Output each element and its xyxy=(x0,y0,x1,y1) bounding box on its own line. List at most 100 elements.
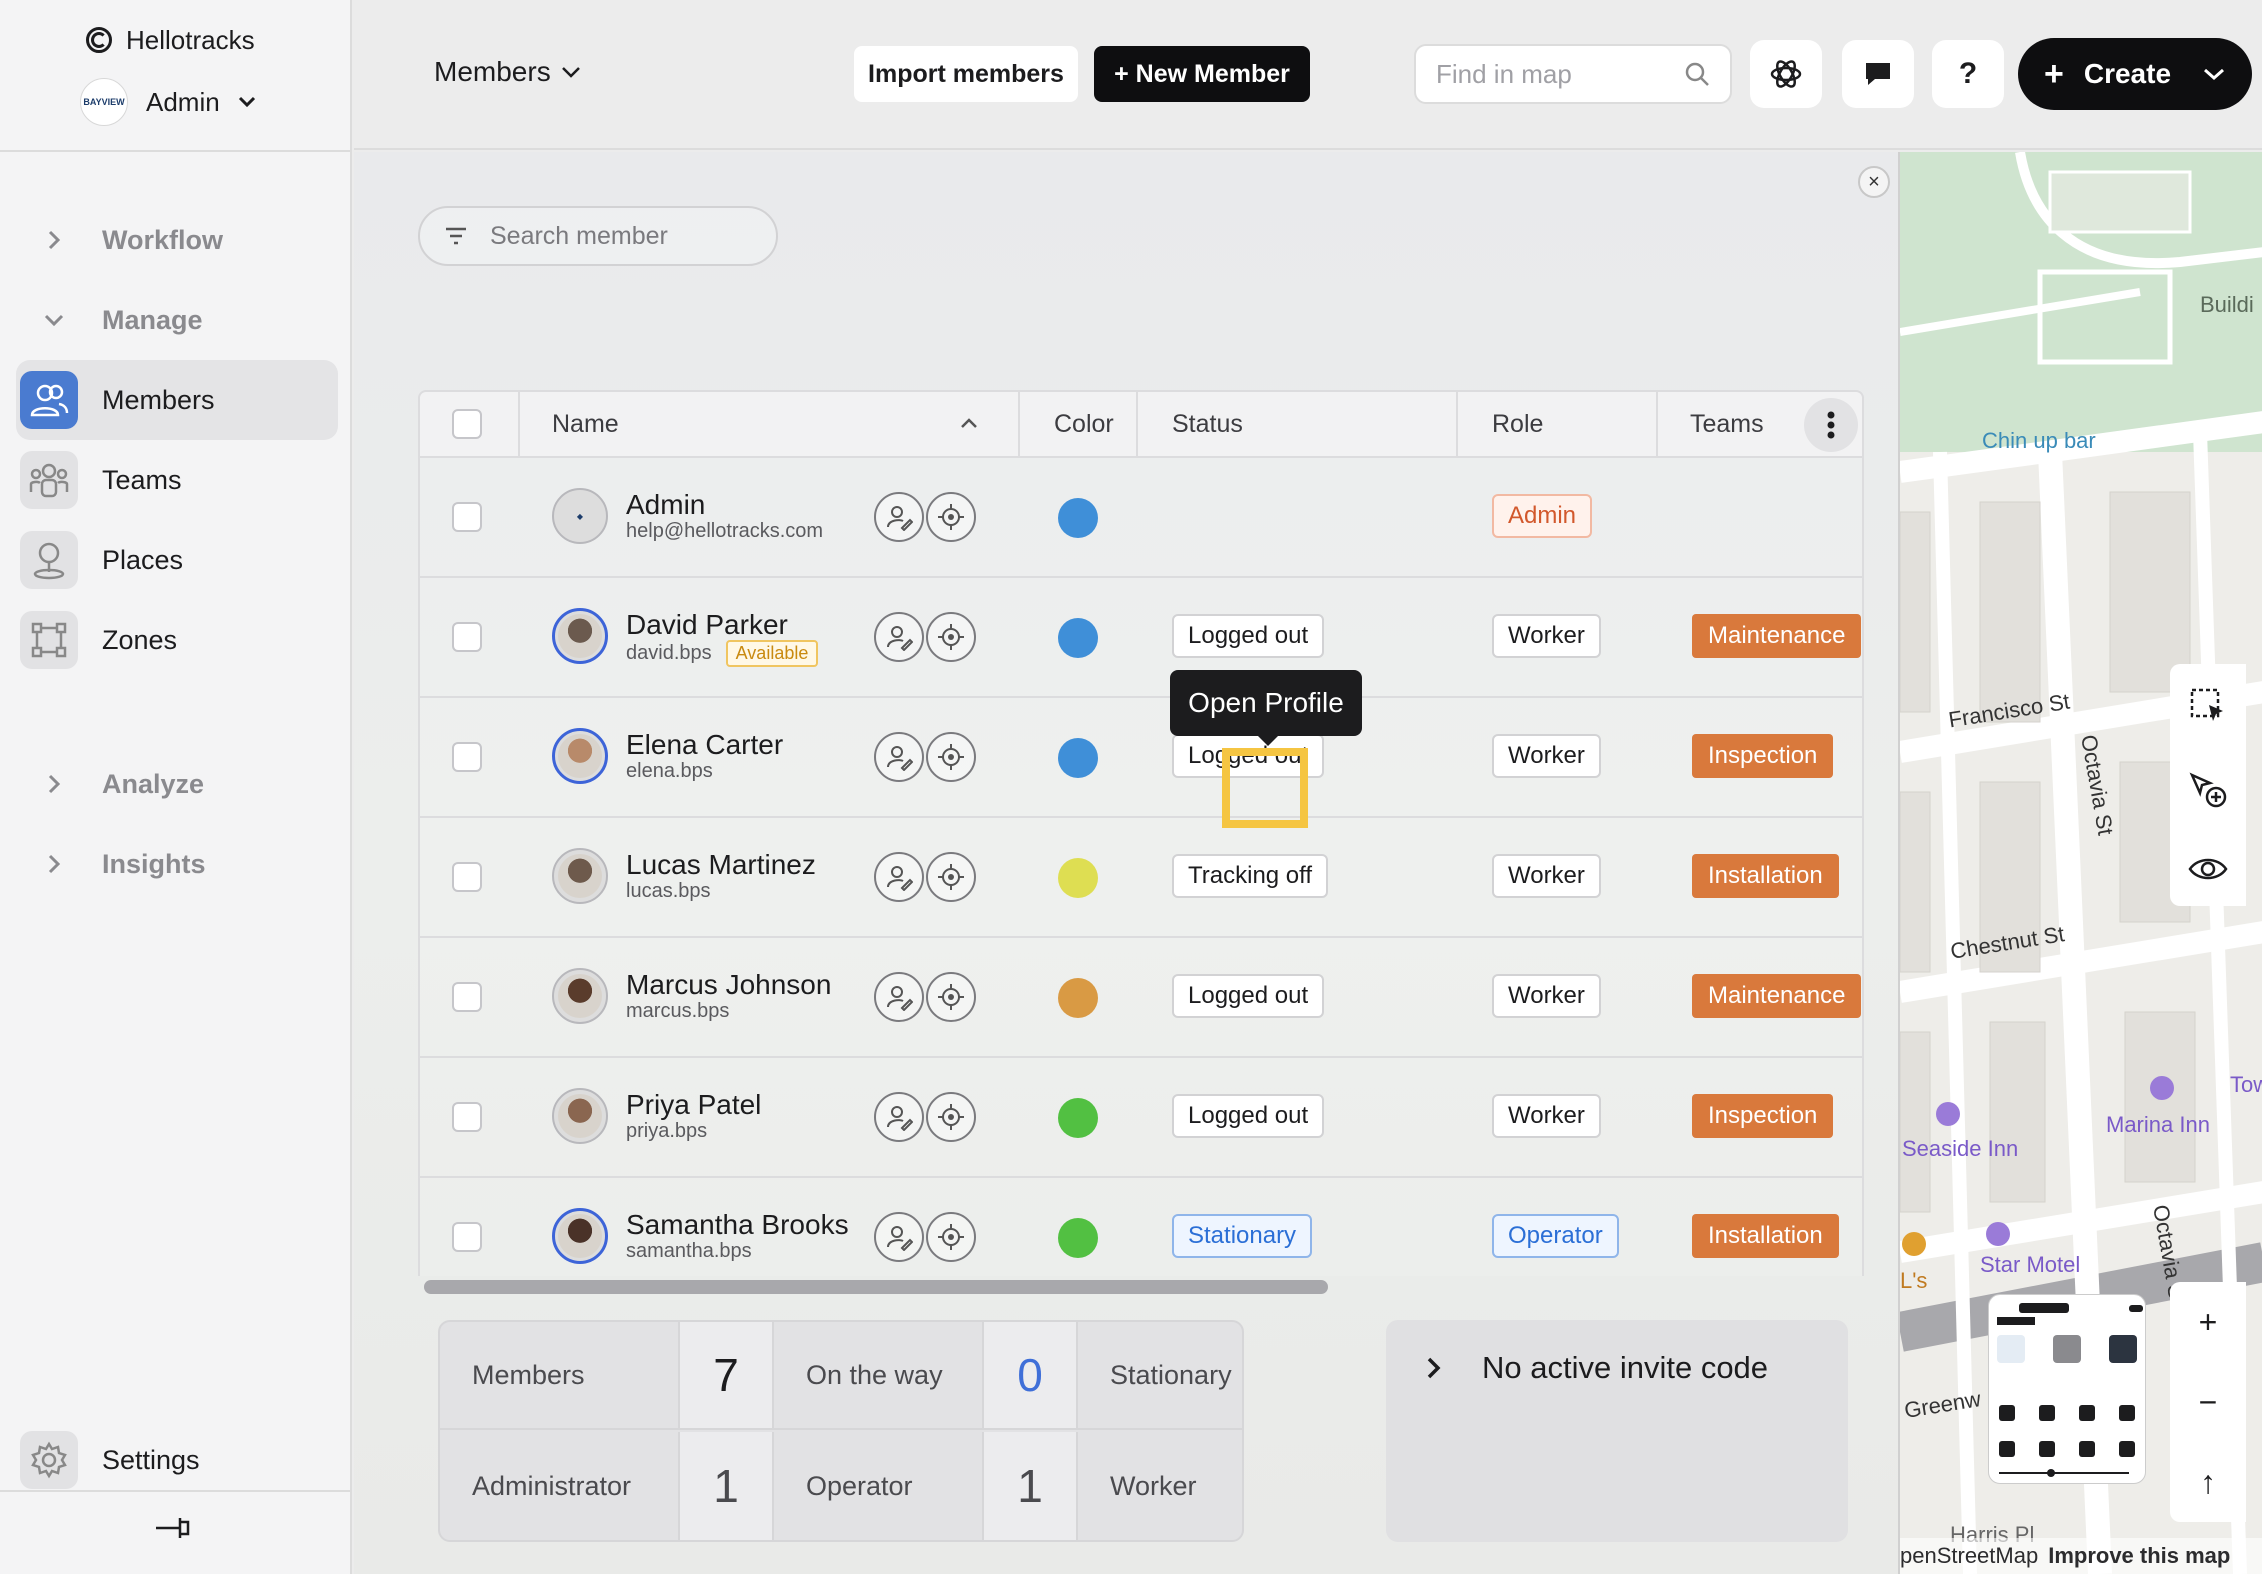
column-header-teams[interactable]: Teams xyxy=(1690,392,1764,456)
table-row[interactable]: Samantha Brooks samantha.bps Stationary Ope… xyxy=(420,1178,1864,1276)
table-row[interactable]: Lucas Martinez lucas.bps Tracking off Worke… xyxy=(420,818,1864,938)
locate-member-button[interactable] xyxy=(926,492,976,542)
avatar[interactable]: ◆ xyxy=(552,488,608,544)
create-button[interactable]: + Create xyxy=(2018,38,2252,110)
sort-ascending-icon[interactable] xyxy=(960,416,978,430)
member-name-cell[interactable]: Samantha Brooks samantha.bps xyxy=(626,1210,849,1263)
member-name-cell[interactable]: Admin help@hellotracks.com xyxy=(626,490,823,543)
team-badge[interactable]: Maintenance xyxy=(1692,614,1862,658)
member-color-dot[interactable] xyxy=(1058,618,1098,658)
member-name-cell[interactable]: Marcus Johnson marcus.bps xyxy=(626,970,831,1023)
team-badge[interactable]: Inspection xyxy=(1692,1094,1834,1138)
close-panel-button[interactable]: × xyxy=(1858,166,1890,198)
column-options-button[interactable] xyxy=(1804,398,1858,452)
map-view[interactable]: Buildi Chin up bar Francisco St Octavia … xyxy=(1898,152,2262,1574)
import-members-button[interactable]: Import members xyxy=(854,46,1078,102)
view-switcher[interactable]: Members xyxy=(434,56,581,88)
member-name-cell[interactable]: David Parker david.bps Available xyxy=(626,610,819,667)
row-checkbox[interactable] xyxy=(452,1102,482,1132)
member-color-dot[interactable] xyxy=(1058,978,1098,1018)
sidebar-item-zones[interactable]: Zones xyxy=(16,600,338,680)
open-profile-button[interactable] xyxy=(874,732,924,782)
member-color-dot[interactable] xyxy=(1058,1218,1098,1258)
member-color-dot[interactable] xyxy=(1058,498,1098,538)
column-header-name[interactable]: Name xyxy=(552,392,619,456)
open-profile-button[interactable] xyxy=(874,1212,924,1262)
org-switcher[interactable]: BAYVIEW Admin xyxy=(80,78,256,126)
eye-icon[interactable] xyxy=(2188,855,2228,883)
table-row[interactable]: Marcus Johnson marcus.bps Logged out Worker… xyxy=(420,938,1864,1058)
team-badge[interactable]: Installation xyxy=(1692,1214,1839,1258)
role-badge: Worker xyxy=(1492,974,1601,1018)
chat-button[interactable] xyxy=(1842,40,1914,108)
locate-member-button[interactable] xyxy=(926,1212,976,1262)
add-point-icon[interactable] xyxy=(2188,771,2228,809)
avatar[interactable] xyxy=(552,728,608,784)
locate-member-button[interactable] xyxy=(926,732,976,782)
team-badge[interactable]: Inspection xyxy=(1692,734,1834,778)
locate-member-button[interactable] xyxy=(926,612,976,662)
zoom-out-button[interactable]: − xyxy=(2199,1384,2218,1421)
avatar[interactable] xyxy=(552,848,608,904)
map-label-seaside-inn: Seaside Inn xyxy=(1902,1136,2019,1161)
member-name-cell[interactable]: Priya Patel priya.bps xyxy=(626,1090,761,1143)
column-header-status[interactable]: Status xyxy=(1172,392,1243,456)
team-badge[interactable]: Installation xyxy=(1692,854,1839,898)
open-profile-button[interactable] xyxy=(874,852,924,902)
team-badge[interactable]: Maintenance xyxy=(1692,974,1862,1018)
sidebar-item-members[interactable]: Members xyxy=(16,360,338,440)
sidebar-item-teams[interactable]: Teams xyxy=(16,440,338,520)
reset-north-button[interactable]: ↑ xyxy=(2200,1464,2216,1501)
row-checkbox[interactable] xyxy=(452,742,482,772)
new-member-button[interactable]: + New Member xyxy=(1094,46,1310,102)
avatar[interactable] xyxy=(552,608,608,664)
row-checkbox[interactable] xyxy=(452,862,482,892)
member-color-dot[interactable] xyxy=(1058,858,1098,898)
nav-section-manage[interactable]: Manage xyxy=(36,302,203,338)
member-color-dot[interactable] xyxy=(1058,1098,1098,1138)
column-header-role[interactable]: Role xyxy=(1492,392,1543,456)
nav-section-analyze[interactable]: Analyze xyxy=(36,766,204,802)
table-row[interactable]: Elena Carter elena.bps Logged out Worker Ins… xyxy=(420,698,1864,818)
locate-member-button[interactable] xyxy=(926,972,976,1022)
select-area-icon[interactable] xyxy=(2189,687,2227,725)
sidebar-item-places[interactable]: Places xyxy=(16,520,338,600)
invite-code-card[interactable]: No active invite code xyxy=(1386,1320,1848,1542)
table-row[interactable]: ◆ Admin help@hellotracks.com Admin xyxy=(420,458,1864,578)
zoom-in-button[interactable]: + xyxy=(2199,1304,2218,1341)
member-name-cell[interactable]: Lucas Martinez lucas.bps xyxy=(626,850,816,903)
open-profile-button[interactable] xyxy=(874,1092,924,1142)
find-in-map-input[interactable]: Find in map xyxy=(1414,44,1732,104)
locate-member-button[interactable] xyxy=(926,852,976,902)
avatar[interactable] xyxy=(552,1208,608,1264)
ai-assistant-button[interactable] xyxy=(1750,40,1822,108)
map-attribution-text[interactable]: penStreetMap xyxy=(1900,1543,2038,1569)
table-row[interactable]: David Parker david.bps Available Logged out… xyxy=(420,578,1864,698)
nav-section-insights[interactable]: Insights xyxy=(36,846,206,882)
row-checkbox[interactable] xyxy=(452,502,482,532)
focus-highlight xyxy=(1222,748,1308,828)
member-name-cell[interactable]: Elena Carter elena.bps xyxy=(626,730,783,783)
locate-member-button[interactable] xyxy=(926,1092,976,1142)
row-checkbox[interactable] xyxy=(452,982,482,1012)
nav-section-workflow[interactable]: Workflow xyxy=(36,222,223,258)
avatar[interactable] xyxy=(552,968,608,1024)
pin-sidebar-icon[interactable] xyxy=(152,1514,192,1542)
search-member-input[interactable]: Search member xyxy=(418,206,778,266)
select-all-checkbox[interactable] xyxy=(452,392,482,456)
improve-map-link[interactable]: Improve this map xyxy=(2048,1543,2230,1569)
open-profile-button[interactable] xyxy=(874,972,924,1022)
row-checkbox[interactable] xyxy=(452,1222,482,1252)
open-profile-button[interactable] xyxy=(874,492,924,542)
column-header-color[interactable]: Color xyxy=(1054,392,1114,456)
member-color-dot[interactable] xyxy=(1058,738,1098,778)
help-button[interactable]: ? xyxy=(1932,40,2004,108)
horizontal-scrollbar[interactable] xyxy=(424,1280,1328,1294)
sidebar-item-settings[interactable]: Settings xyxy=(16,1420,338,1500)
row-checkbox[interactable] xyxy=(452,622,482,652)
avatar[interactable] xyxy=(552,1088,608,1144)
open-profile-button[interactable] xyxy=(874,612,924,662)
map-layers-thumbnail[interactable] xyxy=(1988,1294,2146,1484)
brand[interactable]: Hellotracks xyxy=(86,22,255,58)
table-row[interactable]: Priya Patel priya.bps Logged out Worker Insp… xyxy=(420,1058,1864,1178)
